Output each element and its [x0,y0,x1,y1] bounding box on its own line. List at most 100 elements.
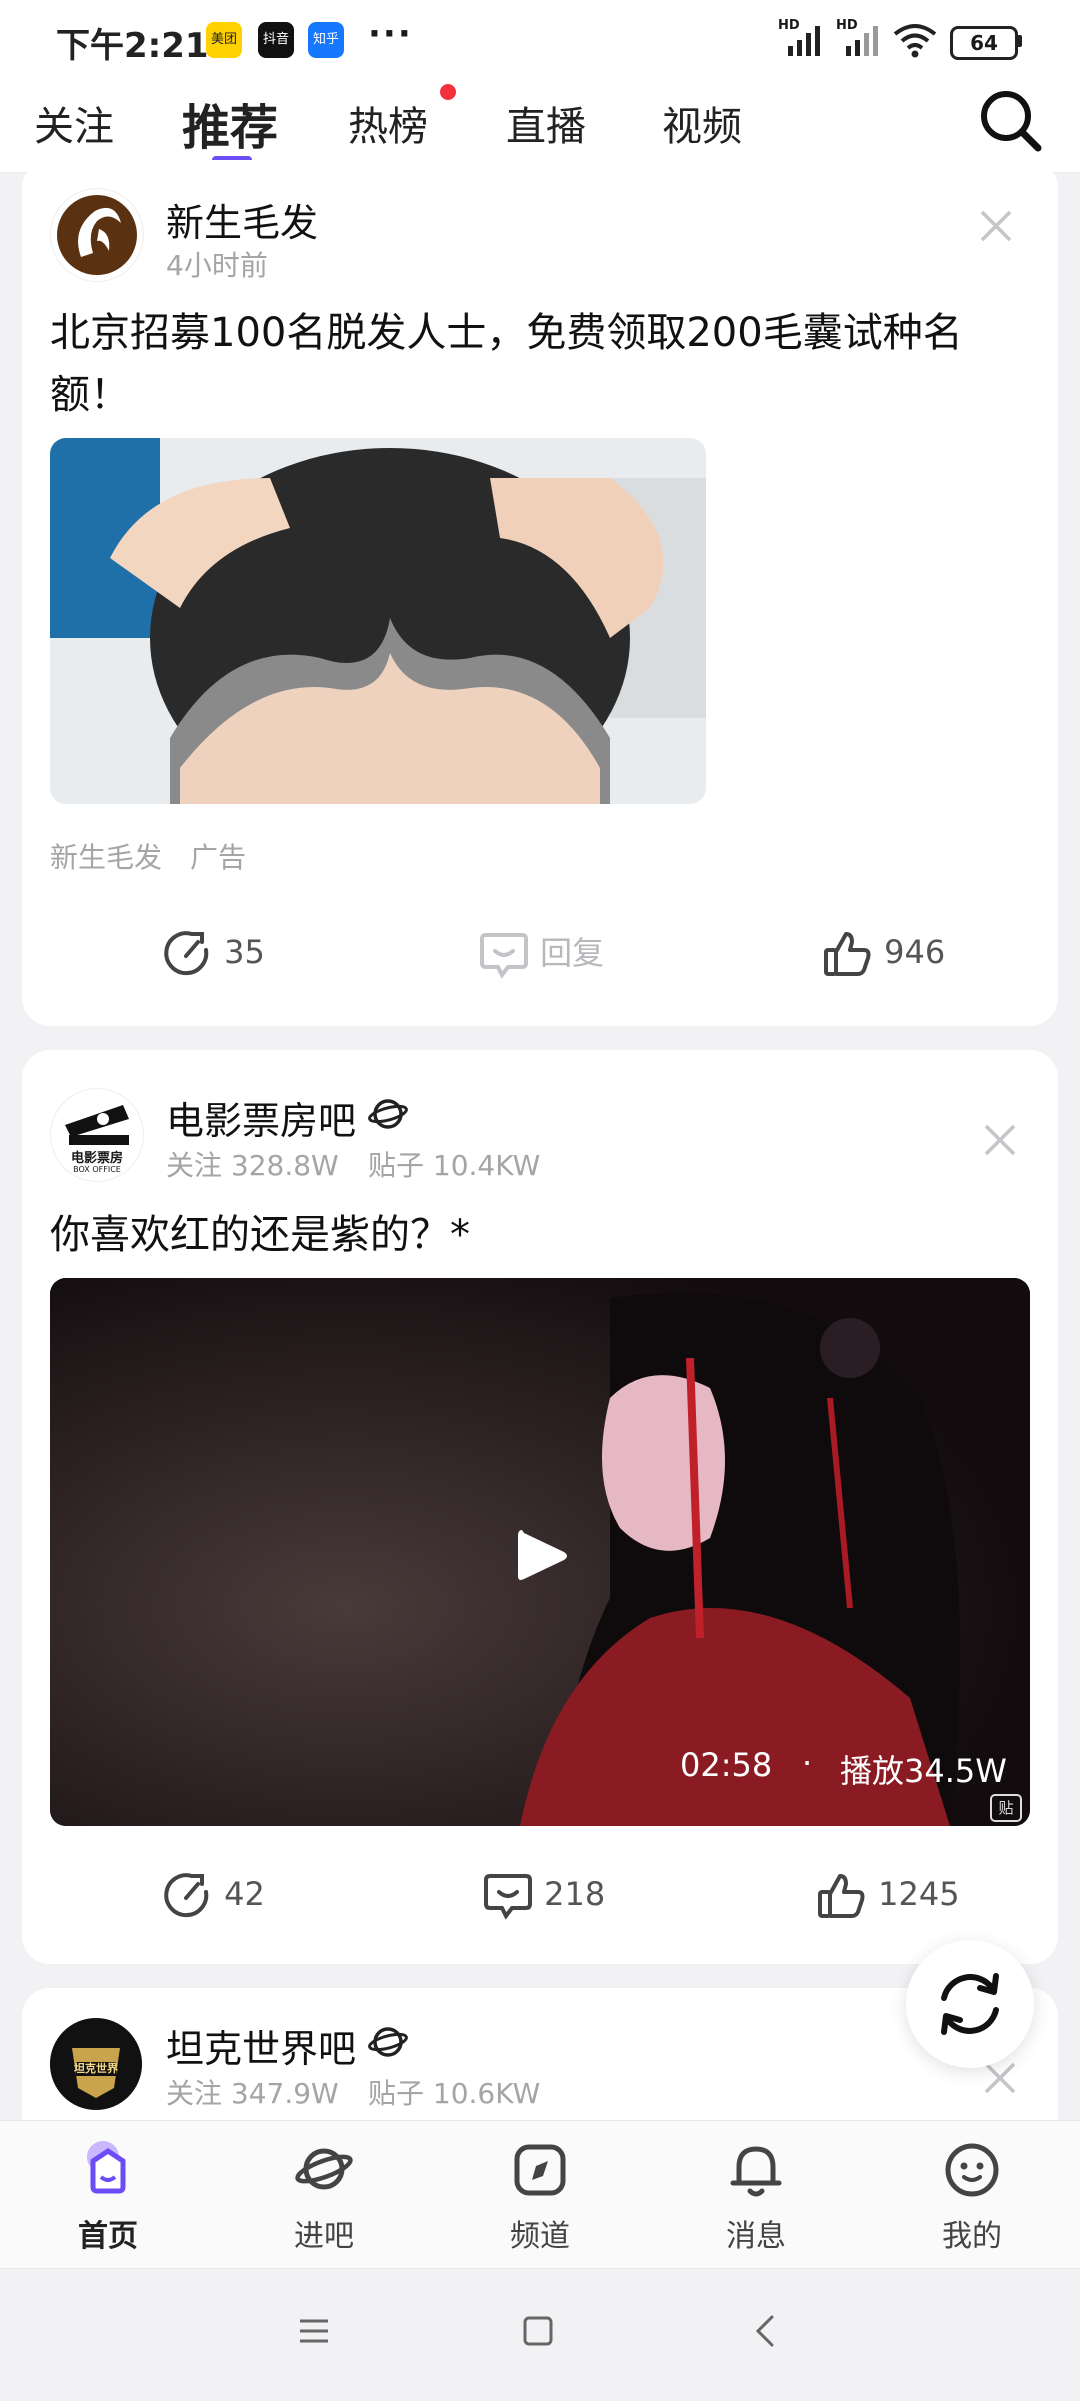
bell-icon [730,2146,782,2197]
comment-icon [484,1874,532,1920]
nav-forums[interactable]: 进吧 [244,2139,404,2255]
thumbs-up-icon [818,1874,865,1918]
hd-label-2: HD [836,18,858,33]
refresh-icon [941,1973,999,2035]
dismiss-button[interactable] [982,1118,1018,1169]
ad-tag: 广告 [190,841,247,874]
forum-followers: 关注 347.9W [166,2077,339,2110]
play-button[interactable] [512,1524,572,1592]
tab-hot[interactable]: 热榜 [348,94,428,152]
thumbs-up-icon [824,932,871,976]
status-bar: 下午2:21 美团 抖音 知乎 ··· HD HD 64 [0,0,1080,80]
home-button[interactable] [518,2311,558,2355]
comment-count: 218 [544,1875,606,1913]
like-button[interactable]: 1245 [816,1870,960,1922]
forum-avatar[interactable]: 电影票房 BOX OFFICE [50,1088,144,1182]
search-button[interactable] [976,86,1046,156]
forum-planet-badge [368,2022,408,2066]
battery-nub [1017,35,1022,47]
post-title[interactable]: 你喜欢红的还是紫的？* [50,1204,1030,1266]
share-button[interactable]: 42 [162,1870,265,1922]
close-icon [984,1124,1016,1156]
forum-planet-badge [368,1094,408,1138]
home-icon [87,2141,126,2194]
tab-live[interactable]: 直播 [506,94,586,152]
nav-home[interactable]: 首页 [28,2139,188,2255]
back-chevron-icon [755,2315,774,2347]
square-home-icon [523,2316,553,2346]
tieba-watermark-badge: 贴 [990,1794,1022,1822]
status-time: 下午2:21 [56,26,209,66]
signal-icon: HD [778,18,828,62]
nav-profile[interactable]: 我的 [892,2139,1052,2255]
avatar-text: 电影票房 [70,1151,123,1166]
video-separator: · [802,1744,813,1782]
post-card-ad[interactable]: 新生毛发 4小时前 北京招募100名脱发人士，免费领取200毛囊试种名额！ 新生… [22,160,1058,1026]
tab-video[interactable]: 视频 [662,94,742,152]
refresh-button[interactable] [906,1940,1034,2068]
meituan-app-icon: 美团 [206,22,242,58]
hot-notification-dot [440,84,456,100]
forum-followers: 关注 328.8W [166,1149,339,1182]
tab-recommend[interactable]: 推荐 [182,88,278,158]
planet-icon [368,1099,408,1129]
video-duration: 02:58 [680,1746,773,1784]
avatar-text: 坦克世界 [74,2062,118,2075]
menu-button[interactable] [294,2311,334,2355]
menu-icon [300,2319,328,2343]
like-count: 1245 [878,1875,960,1913]
nav-messages-label: 消息 [726,2219,786,2254]
forum-posts: 贴子 10.4KW [368,1149,541,1182]
forum-posts: 贴子 10.6KW [368,2077,541,2110]
battery-icon: 64 [950,26,1018,60]
reply-button[interactable]: 回复 [478,928,604,981]
search-icon [981,91,1042,152]
compass-icon [514,2144,566,2196]
like-button[interactable]: 946 [822,928,945,980]
forum-name[interactable]: 坦克世界吧 [166,2018,356,2073]
avatar-subtext: BOX OFFICE [73,1165,121,1174]
more-notifications-icon: ··· [368,14,413,54]
ad-source: 新生毛发 [50,841,163,874]
video-player[interactable]: 02:58 · 播放34.5W 贴 [50,1278,1030,1826]
forum-avatar[interactable]: 坦克世界 [50,2018,142,2110]
planet-icon [368,2027,408,2057]
planet-icon [295,2148,353,2190]
share-button[interactable]: 35 [162,928,265,980]
play-icon [518,1530,567,1580]
like-count: 946 [884,933,946,971]
comment-icon [480,933,528,979]
nav-messages[interactable]: 消息 [676,2139,836,2255]
nav-channels-label: 频道 [510,2219,570,2254]
nav-home-label: 首页 [78,2219,138,2254]
dismiss-button[interactable] [978,204,1014,255]
share-icon [164,1873,209,1918]
post-card-video[interactable]: 电影票房 BOX OFFICE 电影票房吧 关注 328.8W 贴子 10.4K… [22,1050,1058,1964]
post-image[interactable] [50,438,706,804]
share-count: 42 [224,1875,265,1913]
hair-photo [50,438,706,804]
tab-follow[interactable]: 关注 [34,94,114,152]
wifi-icon [892,22,938,62]
nav-profile-label: 我的 [942,2219,1002,2254]
smiley-face-icon [945,2143,999,2197]
post-card-partial[interactable]: 坦克世界 坦克世界吧 关注 347.9W 贴子 10.6KW [22,1988,1058,2128]
video-plays: 播放34.5W [840,1752,1007,1790]
comment-button[interactable]: 218 [482,1870,605,1922]
nav-channels[interactable]: 频道 [460,2139,620,2255]
author-avatar[interactable] [50,188,144,282]
zhihu-app-icon: 知乎 [308,22,344,58]
bottom-navigation: 首页 进吧 频道 消息 我的 [0,2120,1080,2269]
hair-logo-icon [57,195,137,275]
douyin-app-icon: 抖音 [258,22,294,58]
signal-icon-2: HD [836,18,886,62]
reply-label: 回复 [540,934,605,972]
forum-name[interactable]: 电影票房吧 [166,1090,356,1145]
post-title[interactable]: 北京招募100名脱发人士，免费领取200毛囊试种名额！ [50,302,1030,426]
post-time: 4小时前 [166,249,268,282]
nav-forums-label: 进吧 [294,2219,354,2254]
author-name[interactable]: 新生毛发 [166,192,318,247]
hd-label: HD [778,18,800,33]
back-button[interactable] [746,2311,786,2355]
system-navigation-bar [0,2268,1080,2401]
